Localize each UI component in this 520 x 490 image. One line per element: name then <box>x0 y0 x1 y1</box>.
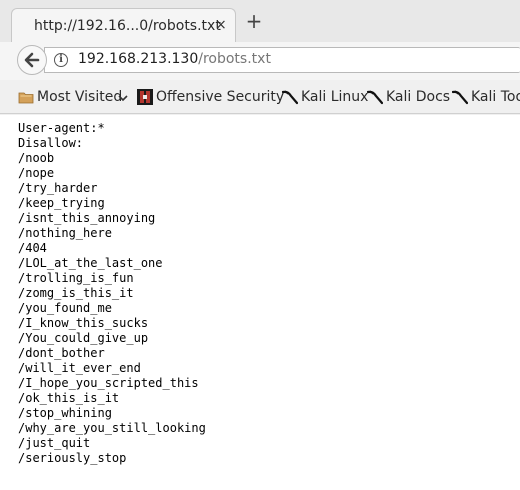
folder-icon <box>18 92 34 104</box>
kali-dragon-icon <box>452 90 468 105</box>
robots-line: /ok_this_is_it <box>18 391 120 405</box>
bookmark-kali-tools[interactable]: Kali Tools <box>452 87 520 107</box>
address-bar[interactable]: i 192.168.213.130/robots.txt <box>44 47 520 73</box>
url-path: /robots.txt <box>198 51 271 67</box>
navigation-bar: i 192.168.213.130/robots.txt <box>0 42 520 80</box>
robots-line: /trolling_is_fun <box>18 271 134 285</box>
robots-line: /will_it_ever_end <box>18 361 141 375</box>
kali-dragon-icon <box>367 90 383 105</box>
bookmark-label: Kali Tools <box>471 89 520 105</box>
robots-line: /keep_trying <box>18 196 105 210</box>
robots-line: /you_found_me <box>18 301 112 315</box>
bookmark-kali-docs[interactable]: Kali Docs <box>367 87 451 107</box>
kali-dragon-icon <box>282 90 298 105</box>
robots-line: /noob <box>18 151 55 165</box>
robots-line: /isnt_this_annoying <box>18 211 156 225</box>
tab-robots[interactable]: http://192.16...0/robots.txt × <box>11 8 236 42</box>
url-host: 192.168.213.130 <box>78 51 199 67</box>
robots-line: /seriously_stop <box>18 451 127 465</box>
bookmark-label: Kali Linux <box>301 89 369 105</box>
robots-line: /You_could_give_up <box>18 331 149 345</box>
bookmark-label: Most Visited <box>37 89 123 105</box>
robots-line: /nothing_here <box>18 226 112 240</box>
robots-line: Disallow: <box>18 136 84 150</box>
robots-line: /just_quit <box>18 436 91 450</box>
back-button[interactable] <box>17 45 47 75</box>
robots-line: User-agent:* <box>18 121 105 135</box>
bookmarks-toolbar: Most Visited Offensive Security Kali Lin… <box>0 80 520 114</box>
tab-title: http://192.16...0/robots.txt <box>34 18 221 34</box>
bookmark-most-visited[interactable]: Most Visited <box>18 87 130 107</box>
new-tab-button[interactable]: + <box>244 11 264 31</box>
offensive-security-icon <box>137 89 153 105</box>
robots-line: /zomg_is_this_it <box>18 286 134 300</box>
address-url: 192.168.213.130/robots.txt <box>78 51 271 67</box>
back-arrow-icon <box>24 52 40 68</box>
robots-line: /LOL_at_the_last_one <box>18 256 163 270</box>
robots-line: /try_harder <box>18 181 98 195</box>
browser-chrome: http://192.16...0/robots.txt × + i 192.1… <box>0 0 520 115</box>
close-tab-icon[interactable]: × <box>215 17 227 33</box>
robots-line: /dont_bother <box>18 346 105 360</box>
bookmark-offensive-security[interactable]: Offensive Security <box>137 87 284 107</box>
robots-line: /I_know_this_sucks <box>18 316 149 330</box>
tab-strip: http://192.16...0/robots.txt × + <box>0 0 520 42</box>
bookmark-label: Offensive Security <box>156 89 285 105</box>
chevron-down-icon <box>118 95 128 102</box>
robots-line: /404 <box>18 241 47 255</box>
robots-line: /stop_whining <box>18 406 112 420</box>
bookmark-label: Kali Docs <box>386 89 451 105</box>
robots-line: /nope <box>18 166 55 180</box>
robots-txt-content: User-agent:* Disallow:/noob/nope/try_hard… <box>18 121 206 466</box>
info-icon[interactable]: i <box>54 53 68 67</box>
bookmark-kali-linux[interactable]: Kali Linux <box>282 87 368 107</box>
robots-line: /why_are_you_still_looking <box>18 421 206 435</box>
robots-line: /I_hope_you_scripted_this <box>18 376 199 390</box>
